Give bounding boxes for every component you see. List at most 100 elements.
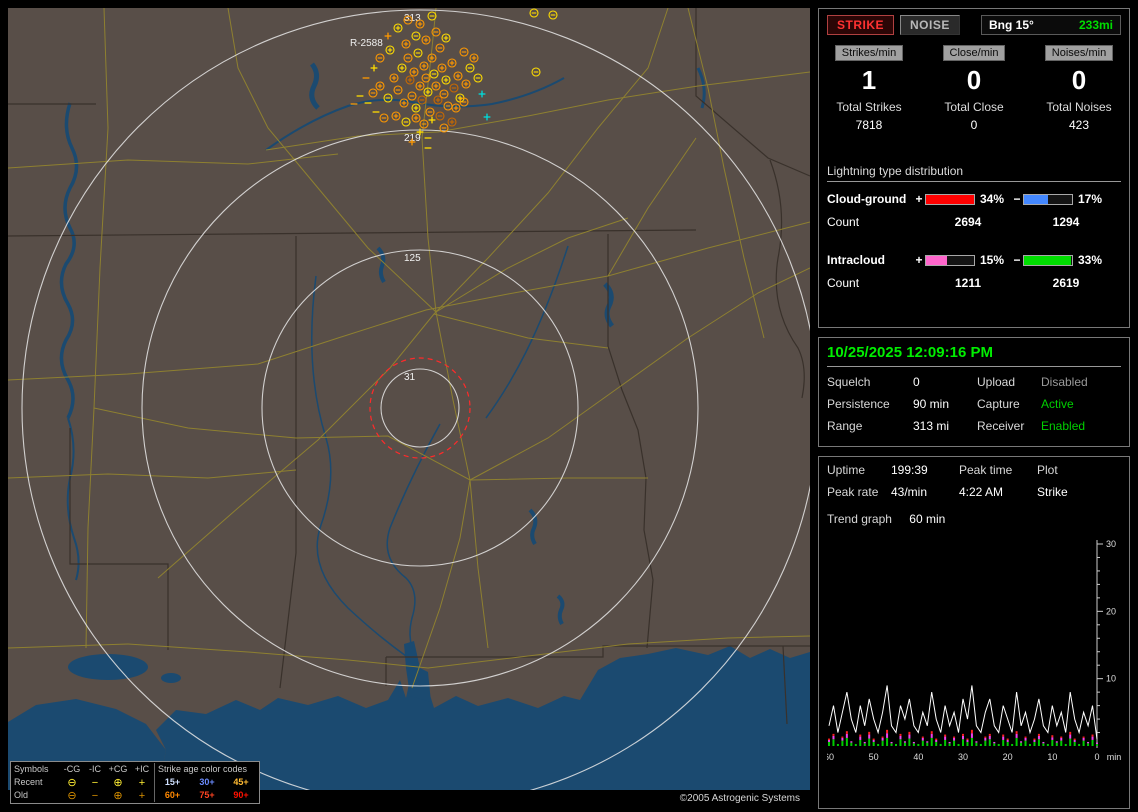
strikes-per-min-chip: Strikes/min (834, 45, 904, 61)
bearing-value: Bng 15° (989, 18, 1034, 32)
count-label: Count (827, 215, 860, 229)
status-v2-0: Disabled (1041, 375, 1088, 389)
legend-sym-0-1: − (91, 776, 99, 789)
range-ring-label: 125 (404, 253, 421, 264)
minus-sign: − (1013, 253, 1021, 267)
x-tick-label: 40 (913, 752, 923, 762)
noises-per-min-chip: Noises/min (1044, 45, 1114, 61)
close-per-min-value: 0 (966, 65, 982, 95)
intracloud-plus-pct: 15% (980, 253, 1005, 267)
copyright-text: ©2005 Astrogenic Systems (679, 793, 800, 804)
age-0-2: 45+ (233, 777, 249, 787)
total-strikes-value: 7818 (855, 118, 883, 132)
peak-rate-label: Peak rate (827, 485, 879, 499)
intracloud-minus-pct: 33% (1078, 253, 1103, 267)
trend-graph-header: Trend graph 60 min (827, 512, 1121, 526)
legend-age-header: Strike age color codes (154, 763, 258, 776)
plot-value: Strike (1037, 485, 1068, 499)
legend-col-pos-cg: +CG (108, 764, 128, 774)
legend-sym-1-0: ⊖ (67, 789, 77, 802)
uptime-value: 199:39 (891, 463, 928, 477)
range-ring-label: 31 (404, 372, 416, 383)
capture-label: Capture (977, 397, 1020, 411)
storm-map[interactable]: 31321912531R-2588 (8, 8, 810, 790)
plus-sign: + (915, 192, 923, 206)
legend-sym-0-2: ⊕ (113, 776, 123, 789)
strikes-per-min-value: 1 (861, 65, 877, 95)
trend-graph-label: Trend graph (827, 512, 892, 526)
legend-symbols-header: Symbols (14, 764, 49, 774)
age-0-0: 15+ (154, 776, 190, 789)
plot-label: Plot (1037, 463, 1058, 477)
distance-value: 233mi (1078, 18, 1113, 32)
trend-graph: 10 20 30 60 50 40 30 20 10 0 min (827, 539, 1122, 762)
bearing-readout: Bng 15° 233mi (981, 15, 1121, 35)
cloud-ground-minus-pct: 17% (1078, 192, 1103, 206)
x-tick-label: 10 (1047, 752, 1057, 762)
count-label: Count (827, 276, 860, 290)
x-tick-label: 30 (958, 752, 968, 762)
legend-col-neg-ic: -IC (89, 764, 101, 774)
range-label: Range (827, 419, 863, 433)
legend-sym-1-1: − (91, 789, 99, 802)
counters-panel: STRIKE NOISE Bng 15° 233mi Strikes/min 1… (818, 8, 1130, 328)
datetime-display: 10/25/2025 12:09:16 PM (827, 344, 993, 361)
noises-column: Noises/min 0 Total Noises 423 (1037, 45, 1121, 132)
status-panel: 10/25/2025 12:09:16 PM Squelch 0 Upload … (818, 337, 1130, 447)
cloud-ground-label: Cloud-ground (827, 192, 907, 206)
squelch-value: 0 (913, 375, 920, 389)
noise-toggle-button[interactable]: NOISE (900, 15, 960, 35)
legend-sym-0-0: ⊖ (67, 776, 77, 789)
total-strikes-label: Total Strikes (836, 100, 902, 114)
x-tick-label: 60 (827, 752, 834, 762)
peak-time-value: 4:22 AM (959, 485, 1004, 499)
x-tick-label: 50 (869, 752, 879, 762)
plus-sign: + (915, 253, 923, 267)
range-value: 313 mi (913, 419, 950, 433)
strikes-column: Strikes/min 1 Total Strikes 7818 (827, 45, 911, 132)
rate-line (828, 685, 1098, 740)
close-column: Close/min 0 Total Close 0 (932, 45, 1016, 132)
legend-col-pos-ic: +IC (134, 764, 150, 774)
uptime-label: Uptime (827, 463, 866, 477)
storm-cell-label: R-2588 (350, 38, 383, 49)
legend-row-recent-label: Recent (14, 777, 43, 787)
total-close-label: Total Close (944, 100, 1004, 114)
intracloud-label: Intracloud (827, 253, 886, 267)
cloud-ground-minus-count: 1294 (1052, 215, 1080, 229)
stats-table: Uptime 199:39 Peak time Plot Peak rate 4… (827, 463, 1121, 499)
intracloud-plus-count: 1211 (954, 276, 982, 290)
dist-bar-plus-1 (925, 254, 975, 266)
total-noises-label: Total Noises (1046, 100, 1112, 114)
x-tick-label: 0 (1094, 752, 1099, 762)
squelch-label: Squelch (827, 375, 871, 389)
age-1-1: 75+ (199, 790, 215, 800)
strike-toggle-button[interactable]: STRIKE (827, 15, 895, 35)
legend-sym-0-3: + (138, 776, 146, 789)
trend-panel: Uptime 199:39 Peak time Plot Peak rate 4… (818, 456, 1130, 809)
legend-sym-1-2: ⊕ (113, 789, 123, 802)
map-panel[interactable]: 313 219 125 31 R-2588 Symbols -CG -IC +CG +I… (8, 8, 810, 806)
dist-bar-minus-0 (1023, 193, 1073, 205)
y-tick-label: 20 (1106, 606, 1116, 616)
status-v2-2: Enabled (1041, 419, 1086, 433)
x-unit-label: min (1107, 752, 1122, 762)
status-table: Squelch 0 Upload Disabled Persistence 90… (827, 375, 1121, 433)
age-0-1: 30+ (199, 777, 215, 787)
range-ring-label: 313 (404, 13, 421, 24)
persistence-label: Persistence (827, 397, 890, 411)
x-tick-label: 20 (1003, 752, 1013, 762)
distribution-heading: Lightning type distribution (827, 164, 1121, 182)
sidebar: STRIKE NOISE Bng 15° 233mi Strikes/min 1… (818, 8, 1130, 809)
y-tick-label: 10 (1106, 674, 1116, 684)
trend-window-value: 60 min (909, 512, 946, 526)
legend-sym-1-3: + (138, 789, 146, 802)
status-v2-1: Active (1041, 397, 1074, 411)
map-legend: Symbols -CG -IC +CG +IC Strike age color… (10, 761, 260, 804)
age-1-0: 60+ (154, 789, 190, 802)
cloud-ground-plus-pct: 34% (980, 192, 1005, 206)
peak-time-label: Peak time (959, 463, 1013, 477)
persistence-value: 90 min (913, 397, 950, 411)
intracloud-minus-count: 2619 (1052, 276, 1080, 290)
legend-row-old-label: Old (14, 790, 29, 800)
